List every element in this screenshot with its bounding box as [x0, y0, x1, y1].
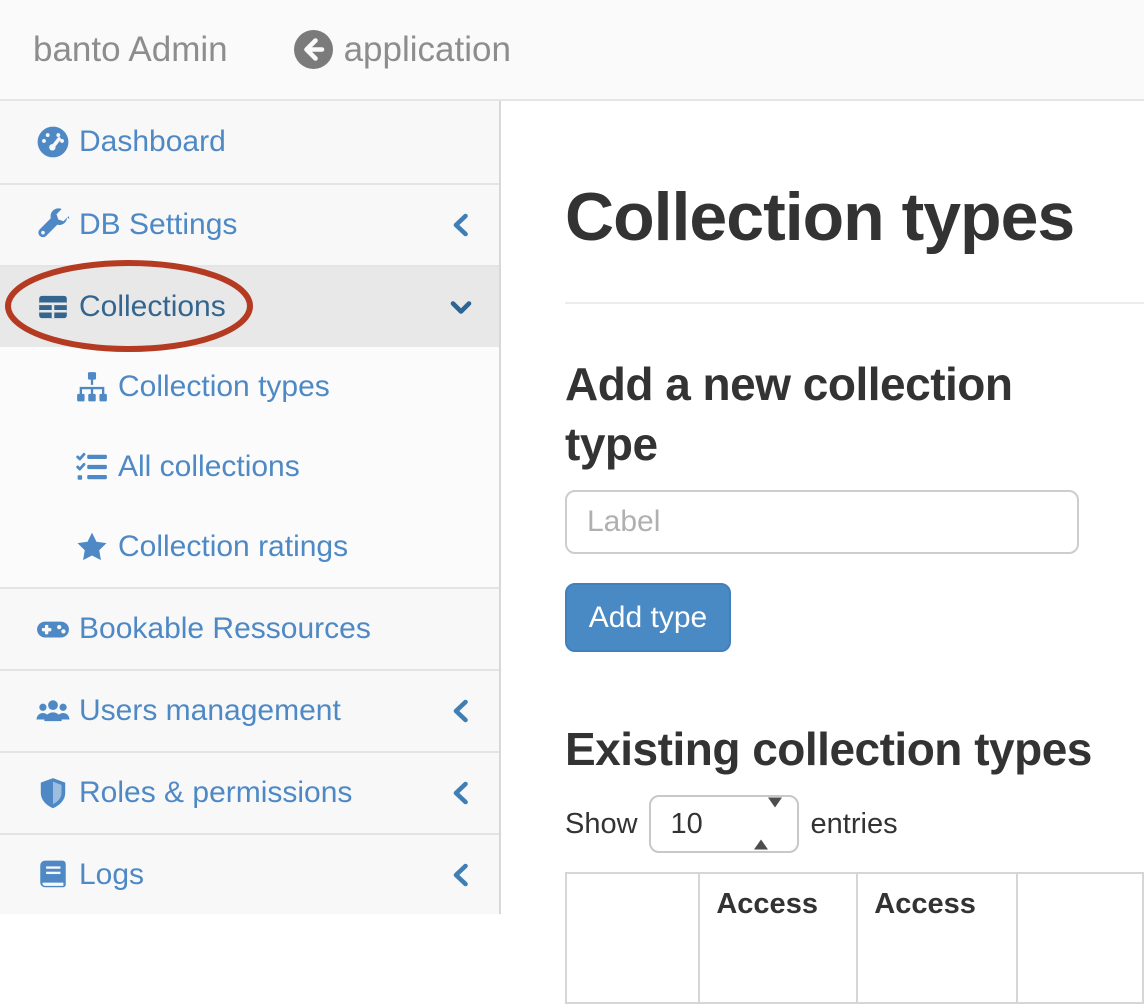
title-divider	[565, 302, 1144, 304]
sidebar-item-label: Bookable Ressources	[79, 612, 371, 646]
sidebar-item-label: DB Settings	[79, 208, 237, 242]
star-icon	[74, 529, 110, 565]
entries-label: entries	[811, 808, 898, 841]
users-icon	[35, 693, 71, 729]
page-title: Collection types	[565, 183, 1074, 251]
sidebar-item-collection-ratings[interactable]: Collection ratings	[0, 507, 499, 587]
sidebar-item-label: Roles & permissions	[79, 776, 352, 810]
sidebar-item-dashboard[interactable]: Dashboard	[0, 101, 499, 183]
chevron-left-icon	[450, 211, 472, 239]
sidebar-item-all-collections[interactable]: All collections	[0, 427, 499, 507]
sidebar-item-label: Logs	[79, 858, 144, 892]
sidebar-item-db-settings[interactable]: DB Settings	[0, 183, 499, 265]
collection-types-table: Access Access	[565, 872, 1144, 1004]
chevron-left-icon	[450, 779, 472, 807]
sidebar-item-label: Users management	[79, 694, 341, 728]
sidebar-item-collection-types[interactable]: Collection types	[0, 347, 499, 427]
task-list-icon	[74, 449, 110, 485]
add-type-button[interactable]: Add type	[565, 583, 731, 652]
wrench-icon	[35, 207, 71, 243]
sidebar-item-label: All collections	[118, 450, 300, 484]
table-icon	[35, 289, 71, 325]
sitemap-icon	[74, 369, 110, 405]
table-header-row: Access Access	[566, 873, 1143, 1003]
existing-types-heading: Existing collection types	[565, 719, 1144, 779]
table-length-control: Show 10 entries	[565, 795, 898, 853]
chevron-left-icon	[450, 861, 472, 889]
table-header-access-2[interactable]: Access	[857, 873, 1017, 1003]
entries-length-select[interactable]: 10	[649, 795, 799, 853]
book-icon	[35, 857, 71, 893]
select-stepper-icon	[754, 808, 782, 841]
brand-title: banto Admin	[33, 30, 228, 70]
gamepad-icon	[35, 611, 71, 647]
collections-submenu: Collection types All collections	[0, 347, 499, 587]
shield-icon	[35, 775, 71, 811]
sidebar-item-label: Collection ratings	[118, 530, 348, 564]
main-content: Collection types Add a new collection ty…	[503, 101, 1144, 914]
entries-length-value: 10	[671, 808, 703, 841]
chevron-down-icon	[450, 293, 472, 321]
table-header-access-1[interactable]: Access	[699, 873, 857, 1003]
label-input[interactable]	[565, 490, 1079, 554]
arrow-circle-left-icon[interactable]	[293, 29, 334, 70]
sidebar-nav: Dashboard DB Settings Collections	[0, 101, 501, 914]
chevron-left-icon	[450, 697, 472, 725]
back-to-application-link[interactable]: application	[293, 29, 511, 70]
tachometer-icon	[35, 124, 71, 160]
back-link-label[interactable]: application	[344, 30, 511, 70]
show-label: Show	[565, 808, 638, 841]
table-header-empty[interactable]	[566, 873, 699, 1003]
add-type-heading: Add a new collection type	[565, 354, 1095, 474]
top-header: banto Admin application	[0, 0, 1144, 101]
sidebar-item-users-management[interactable]: Users management	[0, 669, 499, 751]
table-header-clipped[interactable]	[1017, 873, 1143, 1003]
sidebar-item-label: Collection types	[118, 370, 330, 404]
sidebar-item-roles-permissions[interactable]: Roles & permissions	[0, 751, 499, 833]
sidebar-item-collections[interactable]: Collections	[0, 265, 499, 347]
sidebar-item-label: Collections	[79, 290, 226, 324]
sidebar-item-logs[interactable]: Logs	[0, 833, 499, 915]
sidebar-item-bookable-ressources[interactable]: Bookable Ressources	[0, 587, 499, 669]
sidebar-item-label: Dashboard	[79, 125, 226, 159]
